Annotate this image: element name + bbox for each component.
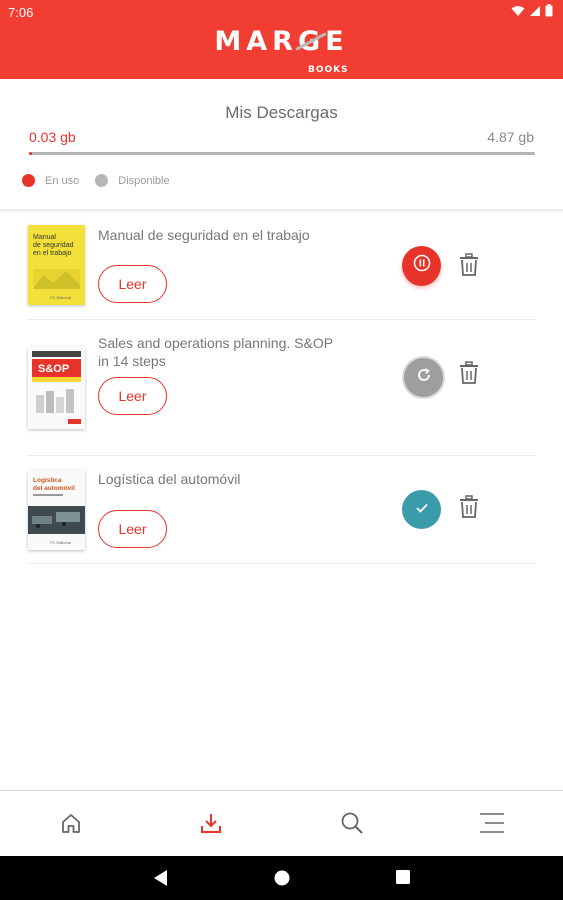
pause-download-button[interactable] bbox=[402, 246, 441, 285]
menu-icon bbox=[479, 812, 505, 839]
book-title: Logística del automóvil bbox=[98, 471, 241, 487]
battery-icon bbox=[545, 4, 553, 22]
trash-icon bbox=[458, 360, 480, 390]
book-row: Manual de seguridad en el trabajo FC Edi… bbox=[28, 214, 536, 320]
recents-icon[interactable] bbox=[395, 869, 411, 890]
read-button[interactable]: Leer bbox=[98, 265, 167, 303]
status-icons bbox=[511, 4, 553, 22]
book-row: Logística del automóvil FC Editorial Log… bbox=[28, 456, 536, 564]
svg-text:de seguridad: de seguridad bbox=[33, 242, 74, 249]
delete-button[interactable] bbox=[457, 360, 481, 390]
svg-text:del automóvil: del automóvil bbox=[33, 485, 75, 492]
app-header: 7:06 MARGE BOOKS bbox=[0, 0, 563, 79]
delete-button[interactable] bbox=[457, 252, 481, 282]
bottom-navigation bbox=[0, 790, 563, 856]
retry-download-button[interactable] bbox=[402, 356, 445, 399]
search-icon bbox=[340, 811, 364, 840]
nav-menu[interactable] bbox=[478, 811, 506, 839]
nav-search[interactable] bbox=[338, 811, 366, 839]
download-icon bbox=[199, 811, 223, 840]
book-title: Sales and operations planning. S&OP in 1… bbox=[98, 335, 333, 369]
trash-icon bbox=[458, 252, 480, 282]
storage-progress-bar bbox=[29, 152, 535, 155]
legend-used-dot bbox=[22, 174, 35, 187]
total-storage-label: 4.87 gb bbox=[487, 129, 534, 145]
nav-home[interactable] bbox=[57, 811, 85, 839]
svg-text:FC Editorial: FC Editorial bbox=[50, 540, 71, 545]
legend-used-label: En uso bbox=[45, 174, 80, 187]
logo-text: MARGE BOOKS bbox=[214, 28, 348, 76]
read-button[interactable]: Leer bbox=[98, 510, 167, 548]
row-divider bbox=[28, 563, 536, 564]
read-button[interactable]: Leer bbox=[98, 377, 167, 415]
book-cover[interactable]: Manual de seguridad en el trabajo FC Edi… bbox=[28, 225, 85, 305]
svg-text:FC Editorial: FC Editorial bbox=[50, 295, 71, 300]
check-icon bbox=[415, 501, 429, 519]
wifi-icon bbox=[511, 4, 525, 22]
signal-icon bbox=[529, 4, 541, 22]
app-logo: MARGE BOOKS bbox=[0, 28, 563, 76]
book-cover[interactable]: S&OP bbox=[28, 347, 85, 429]
status-time: 7:06 bbox=[8, 5, 34, 20]
logo-subtext: BOOKS bbox=[307, 65, 349, 75]
used-storage-label: 0.03 gb bbox=[29, 129, 76, 145]
svg-text:S&OP: S&OP bbox=[38, 363, 69, 375]
svg-text:Manual: Manual bbox=[33, 234, 56, 241]
home-icon bbox=[59, 811, 83, 840]
section-divider bbox=[0, 209, 563, 213]
home-button-icon[interactable] bbox=[273, 869, 291, 892]
system-navigation-bar bbox=[0, 856, 563, 900]
book-cover[interactable]: Logística del automóvil FC Editorial bbox=[28, 470, 85, 550]
back-icon[interactable] bbox=[153, 869, 169, 892]
page-title: Mis Descargas bbox=[225, 103, 338, 122]
storage-progress-fill bbox=[29, 152, 33, 155]
book-row: S&OP Sales and operations planning. S&OP… bbox=[28, 320, 536, 456]
book-title: Manual de seguridad en el trabajo bbox=[98, 227, 310, 243]
nav-downloads[interactable] bbox=[197, 811, 225, 839]
svg-text:en el trabajo: en el trabajo bbox=[33, 250, 72, 257]
legend-available-dot bbox=[95, 174, 109, 187]
download-complete-indicator bbox=[402, 490, 441, 529]
legend-available-label: Disponible bbox=[118, 174, 170, 187]
delete-button[interactable] bbox=[457, 494, 481, 524]
pause-icon bbox=[413, 254, 431, 277]
svg-text:Logística: Logística bbox=[33, 477, 62, 484]
trash-icon bbox=[458, 494, 480, 524]
storage-legend: En uso Disponible bbox=[22, 174, 170, 187]
refresh-icon bbox=[415, 366, 433, 389]
